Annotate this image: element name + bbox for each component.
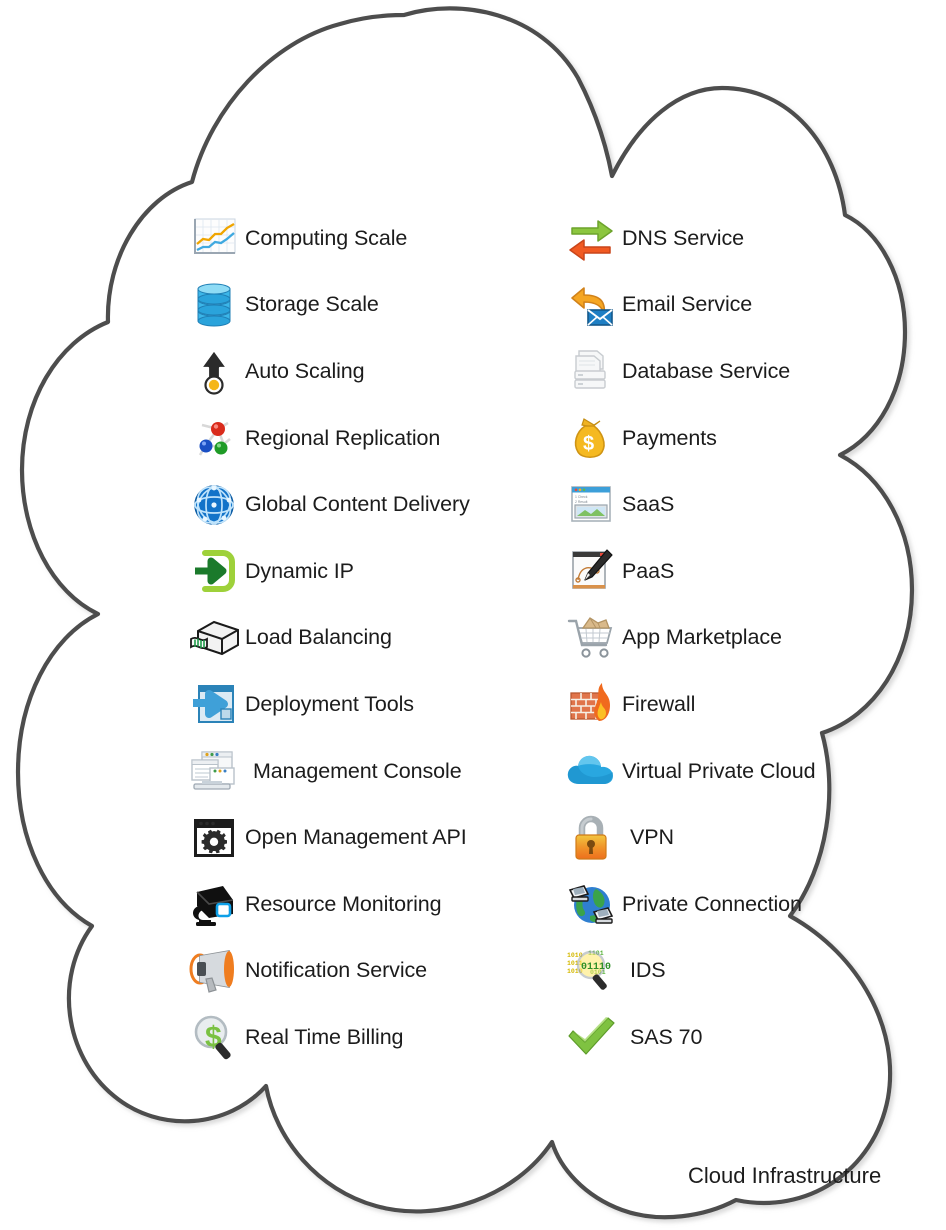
- svg-text:01110: 01110: [581, 962, 611, 973]
- padlock-icon: [560, 810, 622, 866]
- right-service-column: DNS Service Email Service Database Servi…: [560, 205, 910, 1071]
- service-label: PaaS: [622, 558, 675, 583]
- paper-stack-icon: [560, 343, 622, 399]
- service-item-virtual-private-cloud[interactable]: Virtual Private Cloud: [560, 738, 910, 805]
- service-label: Load Balancing: [245, 625, 392, 650]
- service-label: Real Time Billing: [245, 1024, 404, 1049]
- svg-text:$: $: [583, 433, 594, 455]
- service-label: SaaS: [622, 492, 675, 517]
- svg-text:2 Result: 2 Result: [575, 500, 587, 504]
- service-label: DNS Service: [622, 225, 744, 250]
- window-pen-icon: [560, 543, 622, 599]
- service-label: Email Service: [622, 292, 753, 317]
- service-item-deployment-tools[interactable]: Deployment Tools: [183, 671, 533, 738]
- service-item-dns-service[interactable]: DNS Service: [560, 205, 910, 272]
- service-item-load-balancing[interactable]: Load Balancing: [183, 605, 533, 672]
- service-label: Payments: [622, 425, 717, 450]
- service-label: Virtual Private Cloud: [622, 758, 816, 783]
- service-label: Private Connection: [622, 891, 802, 916]
- network-nodes-icon: [183, 410, 245, 466]
- database-stack-icon: [183, 277, 245, 333]
- up-arrow-gauge-icon: [183, 343, 245, 399]
- service-label: SAS 70: [630, 1024, 703, 1049]
- service-label: App Marketplace: [622, 625, 782, 650]
- green-checkmark-icon: [560, 1009, 622, 1065]
- blue-cloud-icon: [560, 743, 622, 799]
- megaphone-icon: [183, 943, 245, 999]
- load-balancer-device-icon: [183, 610, 245, 666]
- service-label: Notification Service: [245, 958, 428, 983]
- service-label: Open Management API: [245, 825, 467, 850]
- service-item-sas-70[interactable]: SAS 70: [560, 1004, 910, 1071]
- service-label: Management Console: [253, 758, 462, 783]
- blue-window-arrow-icon: [183, 676, 245, 732]
- service-item-paas[interactable]: PaaS: [560, 538, 910, 605]
- service-item-computing-scale[interactable]: Computing Scale: [183, 205, 533, 272]
- app-window-icon: 1 Check 2 Result: [560, 477, 622, 533]
- service-item-dynamic-ip[interactable]: Dynamic IP: [183, 538, 533, 605]
- window-gear-icon: [183, 810, 245, 866]
- service-item-ids[interactable]: 101010111010 11010101 01110 IDS: [560, 938, 910, 1005]
- two-way-arrows-icon: [560, 210, 622, 266]
- left-service-column: Computing Scale Storage Scale Auto Scali…: [183, 205, 533, 1071]
- service-item-saas[interactable]: 1 Check 2 Result SaaS: [560, 471, 910, 538]
- svg-text:1 Check: 1 Check: [575, 495, 588, 499]
- service-item-firewall[interactable]: Firewall: [560, 671, 910, 738]
- service-item-database-service[interactable]: Database Service: [560, 338, 910, 405]
- shopping-cart-icon: [560, 610, 622, 666]
- service-item-storage-scale[interactable]: Storage Scale: [183, 272, 533, 339]
- console-windows-icon: [183, 743, 245, 799]
- service-label: Storage Scale: [245, 292, 379, 317]
- binary-magnifier-icon: 101010111010 11010101 01110: [560, 943, 622, 999]
- service-item-management-console[interactable]: Management Console: [183, 738, 533, 805]
- money-bag-icon: $: [560, 410, 622, 466]
- diagram-caption: Cloud Infrastructure: [688, 1163, 882, 1188]
- line-chart-icon: [183, 210, 245, 266]
- service-label: Firewall: [622, 691, 696, 716]
- service-item-email-service[interactable]: Email Service: [560, 272, 910, 339]
- service-label: Computing Scale: [245, 225, 408, 250]
- globe-network-icon: [183, 477, 245, 533]
- service-label: Database Service: [622, 358, 791, 383]
- service-item-global-content-delivery[interactable]: Global Content Delivery: [183, 471, 533, 538]
- service-label: Resource Monitoring: [245, 891, 442, 916]
- service-item-resource-monitoring[interactable]: Resource Monitoring: [183, 871, 533, 938]
- globe-computers-icon: [560, 876, 622, 932]
- service-label: Regional Replication: [245, 425, 441, 450]
- envelope-reply-arrow-icon: [560, 277, 622, 333]
- service-label: Auto Scaling: [245, 358, 365, 383]
- service-item-vpn[interactable]: VPN: [560, 804, 910, 871]
- security-camera-icon: [183, 876, 245, 932]
- service-label: Global Content Delivery: [245, 492, 470, 517]
- green-arrow-into-box-icon: [183, 543, 245, 599]
- service-item-payments[interactable]: $ Payments: [560, 405, 910, 472]
- service-label: Deployment Tools: [245, 691, 414, 716]
- service-item-notification-service[interactable]: Notification Service: [183, 938, 533, 1005]
- service-label: VPN: [630, 825, 674, 850]
- service-item-private-connection[interactable]: Private Connection: [560, 871, 910, 938]
- service-item-auto-scaling[interactable]: Auto Scaling: [183, 338, 533, 405]
- dollar-magnifier-icon: $: [183, 1009, 245, 1065]
- service-item-regional-replication[interactable]: Regional Replication: [183, 405, 533, 472]
- cloud-infrastructure-diagram: Computing Scale Storage Scale Auto Scali…: [0, 0, 946, 1230]
- service-label: IDS: [630, 958, 666, 983]
- service-item-app-marketplace[interactable]: App Marketplace: [560, 605, 910, 672]
- service-item-real-time-billing[interactable]: $ Real Time Billing: [183, 1004, 533, 1071]
- firewall-flame-icon: [560, 676, 622, 732]
- service-label: Dynamic IP: [245, 558, 354, 583]
- service-item-open-management-api[interactable]: Open Management API: [183, 804, 533, 871]
